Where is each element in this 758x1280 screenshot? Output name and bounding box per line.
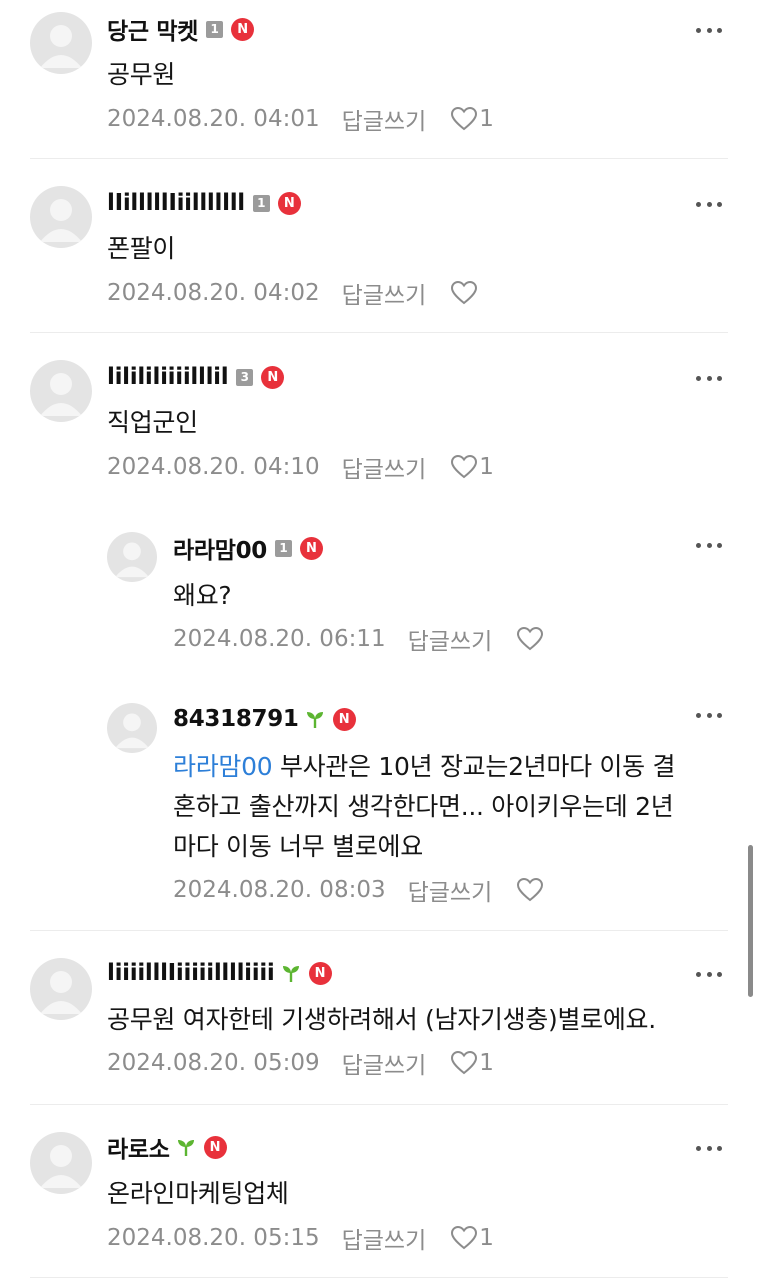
comment-text-segment: 부사관은 10년 장교는2년마다 이동 결	[272, 752, 676, 781]
sprout-icon	[281, 963, 301, 983]
author-name[interactable]: lilililiiiilllil	[107, 364, 229, 390]
more-icon[interactable]	[696, 25, 722, 35]
mention-link[interactable]: 라라맘00	[173, 752, 273, 781]
default-avatar-icon[interactable]	[107, 703, 157, 753]
more-icon[interactable]	[696, 1143, 722, 1153]
default-avatar-icon[interactable]	[30, 360, 92, 422]
heart-outline-icon	[450, 1225, 478, 1251]
author-name[interactable]: 라로소	[107, 1130, 170, 1164]
comment-text: 직업군인	[107, 408, 198, 437]
new-badge: N	[261, 365, 285, 389]
comment-date: 2024.08.20. 04:02	[107, 280, 320, 306]
divider	[30, 930, 728, 931]
default-avatar-icon[interactable]	[30, 12, 92, 74]
divider	[30, 1277, 728, 1278]
like-count: 1	[479, 1050, 494, 1076]
reply-button[interactable]: 답글쓰기	[342, 276, 427, 310]
comment-text: 온라인마케팅업체	[107, 1179, 289, 1208]
comment-date: 2024.08.20. 08:03	[173, 877, 386, 903]
divider	[30, 1104, 728, 1105]
comment-text-line: 라라맘00 부사관은 10년 장교는2년마다 이동 결	[173, 747, 733, 787]
like-button[interactable]	[516, 626, 545, 652]
reply-button[interactable]: 답글쓰기	[408, 873, 493, 907]
reply-button[interactable]: 답글쓰기	[342, 102, 427, 136]
heart-outline-icon	[450, 1050, 478, 1076]
new-badge: N	[300, 536, 323, 560]
more-icon[interactable]	[696, 199, 722, 209]
level-badge: 1	[275, 539, 292, 557]
heart-outline-icon	[450, 454, 478, 480]
heart-outline-icon	[450, 106, 478, 132]
heart-outline-icon	[516, 626, 544, 652]
heart-outline-icon	[450, 280, 478, 306]
comment-date: 2024.08.20. 05:09	[107, 1050, 320, 1076]
like-button[interactable]	[450, 280, 479, 306]
more-icon[interactable]	[696, 710, 722, 720]
default-avatar-icon[interactable]	[30, 186, 92, 248]
new-badge: N	[231, 17, 255, 41]
comment-date: 2024.08.20. 05:15	[107, 1225, 320, 1251]
like-button[interactable]: 1	[450, 454, 494, 480]
like-count: 1	[479, 106, 494, 132]
like-count: 1	[479, 1225, 494, 1251]
divider	[30, 158, 728, 159]
comment-text: 왜요?	[173, 581, 232, 610]
comment-date: 2024.08.20. 06:11	[173, 626, 386, 652]
new-badge: N	[308, 961, 332, 985]
default-avatar-icon[interactable]	[107, 532, 157, 582]
level-badge: 3	[236, 368, 254, 386]
default-avatar-icon[interactable]	[30, 958, 92, 1020]
comment-text-line: 혼하고 출산까지 생각한다면... 아이키우는데 2년	[173, 792, 674, 821]
author-name[interactable]: 당근 막켓	[107, 12, 198, 46]
level-badge: 1	[206, 20, 224, 38]
like-button[interactable]	[516, 877, 545, 903]
author-name[interactable]: 라라맘00	[173, 531, 267, 565]
reply-button[interactable]: 답글쓰기	[342, 1046, 427, 1080]
more-icon[interactable]	[696, 373, 722, 383]
new-badge: N	[332, 707, 356, 731]
comment-date: 2024.08.20. 04:10	[107, 454, 320, 480]
like-button[interactable]: 1	[450, 1225, 494, 1251]
comment-text-line: 마다 이동 너무 별로에요	[173, 832, 423, 861]
author-name[interactable]: lIilllllIiilllllll	[107, 190, 245, 216]
comment-text: 라라맘00 부사관은 10년 장교는2년마다 이동 결 혼하고 출산까지 생각한…	[173, 747, 733, 867]
like-count: 1	[479, 454, 494, 480]
divider	[30, 332, 728, 333]
heart-outline-icon	[516, 877, 544, 903]
like-button[interactable]: 1	[450, 1050, 494, 1076]
comment-text: 공무원	[107, 60, 176, 89]
more-icon[interactable]	[696, 969, 722, 979]
more-icon[interactable]	[696, 540, 722, 550]
sprout-icon	[305, 709, 325, 729]
reply-button[interactable]: 답글쓰기	[342, 1221, 427, 1255]
sprout-icon	[176, 1137, 196, 1157]
reply-button[interactable]: 답글쓰기	[408, 622, 493, 656]
author-name[interactable]: 84318791	[173, 706, 299, 732]
author-name[interactable]: liiiilllIiiiiilllliiii	[107, 960, 275, 986]
level-badge: 1	[252, 194, 270, 212]
comment-date: 2024.08.20. 04:01	[107, 106, 320, 132]
default-avatar-icon[interactable]	[30, 1132, 92, 1194]
comment-text: 폰팔이	[107, 234, 176, 263]
reply-button[interactable]: 답글쓰기	[342, 450, 427, 484]
like-button[interactable]: 1	[450, 106, 494, 132]
new-badge: N	[203, 1135, 227, 1159]
comment-text: 공무원 여자한테 기생하려해서 (남자기생충)별로에요.	[107, 1005, 656, 1034]
new-badge: N	[277, 191, 301, 215]
scrollbar[interactable]	[748, 845, 753, 997]
